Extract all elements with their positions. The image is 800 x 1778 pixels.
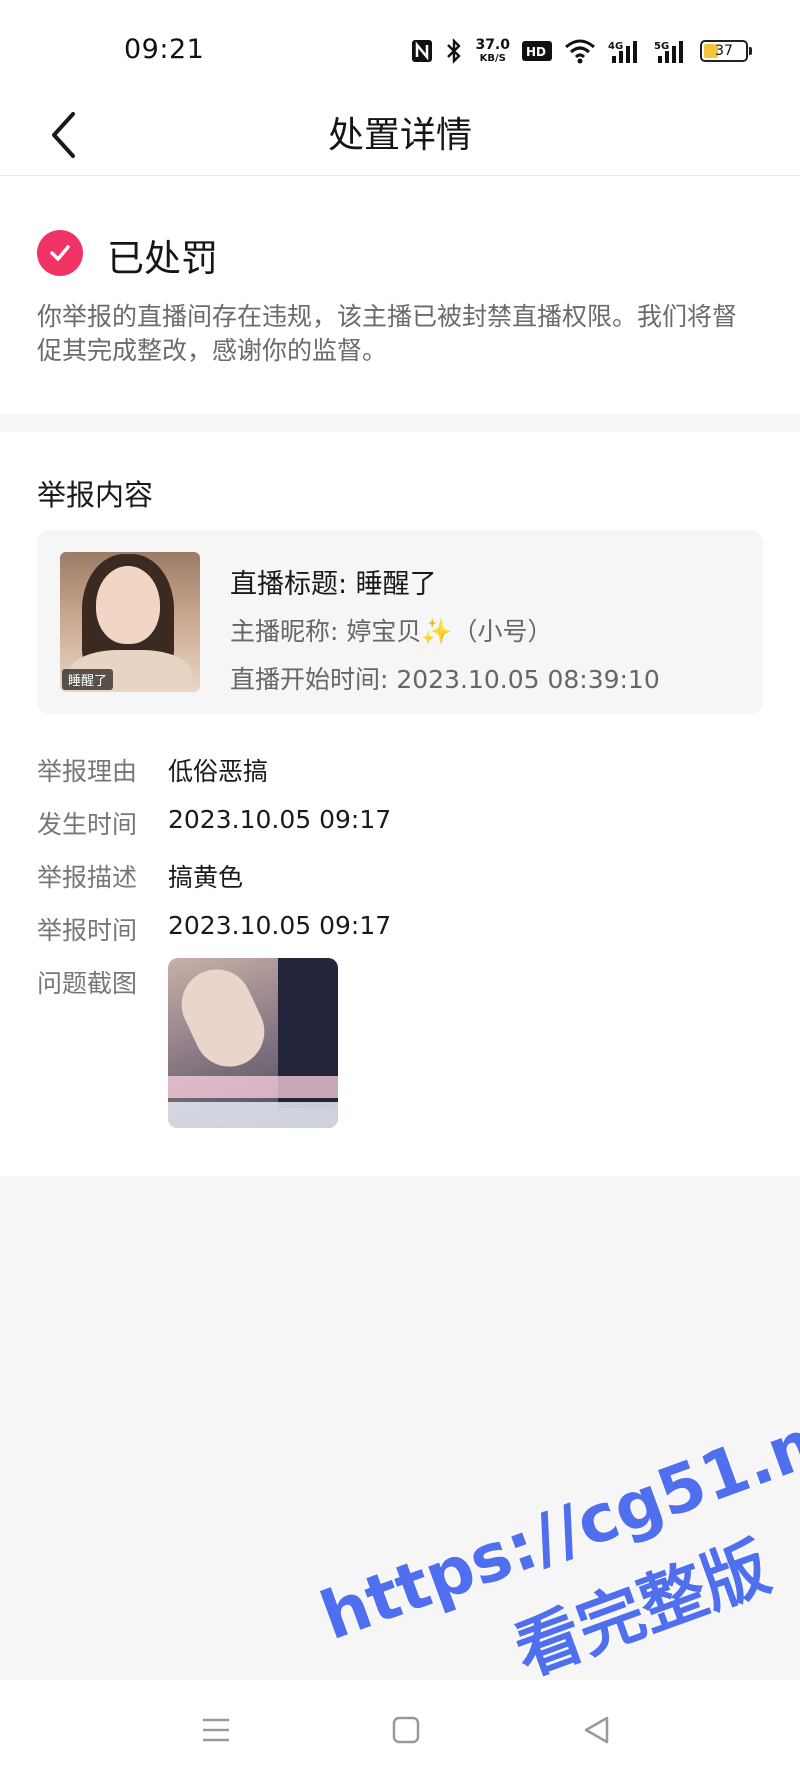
host-nickname: 主播昵称: 婷宝贝✨（小号） (230, 617, 553, 646)
result-card: 已处罚 你举报的直播间存在违规，该主播已被封禁直播权限。我们将督促其完成整改，感… (0, 176, 800, 414)
menu-icon (203, 1718, 229, 1742)
page-title: 处置详情 (327, 115, 472, 156)
hd-icon: HD (522, 41, 552, 61)
result-status: 已处罚 (107, 237, 218, 280)
report-time-value: 2023.10.05 09:17 (168, 911, 392, 940)
net-speed: 37.0 KB/S (475, 37, 510, 64)
live-cover-image: 睡醒了 (60, 552, 200, 692)
bluetooth-icon (447, 38, 462, 64)
screenshot-label: 问题截图 (37, 969, 138, 998)
report-desc-value: 搞黄色 (168, 863, 244, 892)
wifi-icon (565, 39, 595, 64)
triangle-back-icon (584, 1716, 609, 1744)
nfc-icon (412, 40, 433, 62)
signal-5g-icon: 5G (654, 41, 683, 63)
problem-screenshot[interactable] (168, 958, 338, 1128)
watermark: https://cg51.me 看完整版 (270, 1278, 800, 1733)
cover-tag: 睡醒了 (62, 669, 114, 690)
report-reason-label: 举报理由 (37, 757, 138, 786)
menu-button[interactable] (194, 1710, 238, 1750)
status-icons: 37.0 KB/S HD 4G 5G 37 (411, 36, 752, 66)
back-nav-button[interactable] (574, 1710, 618, 1750)
svg-text:5G: 5G (654, 41, 669, 52)
report-section: 举报内容 睡醒了 直播标题: 睡醒了 主播昵称: 婷宝贝✨（小号） 直播开始时间… (0, 432, 800, 1176)
report-time-label: 举报时间 (37, 916, 138, 945)
result-description: 你举报的直播间存在违规，该主播已被封禁直播权限。我们将督促其完成整改，感谢你的监… (37, 302, 738, 365)
svg-text:HD: HD (526, 45, 546, 59)
report-reason-value: 低俗恶搞 (168, 757, 269, 786)
report-desc-label: 举报描述 (37, 863, 138, 892)
live-title: 直播标题: 睡醒了 (230, 569, 437, 600)
section-title: 举报内容 (37, 478, 154, 512)
occur-time-label: 发生时间 (37, 810, 138, 839)
svg-text:4G: 4G (608, 41, 623, 52)
occur-time-value: 2023.10.05 09:17 (168, 805, 392, 834)
status-bar: 09:21 37.0 KB/S HD 4G 5G 37 (0, 0, 800, 96)
nav-bar: 处置详情 (0, 96, 800, 176)
check-circle-icon (37, 230, 83, 276)
clock: 09:21 (124, 34, 205, 65)
live-start-time: 直播开始时间: 2023.10.05 08:39:10 (230, 665, 660, 694)
live-room-card[interactable]: 睡醒了 直播标题: 睡醒了 主播昵称: 婷宝贝✨（小号） 直播开始时间: 202… (37, 530, 763, 714)
battery-icon: 37 (700, 40, 752, 62)
signal-4g-icon: 4G (608, 41, 637, 63)
